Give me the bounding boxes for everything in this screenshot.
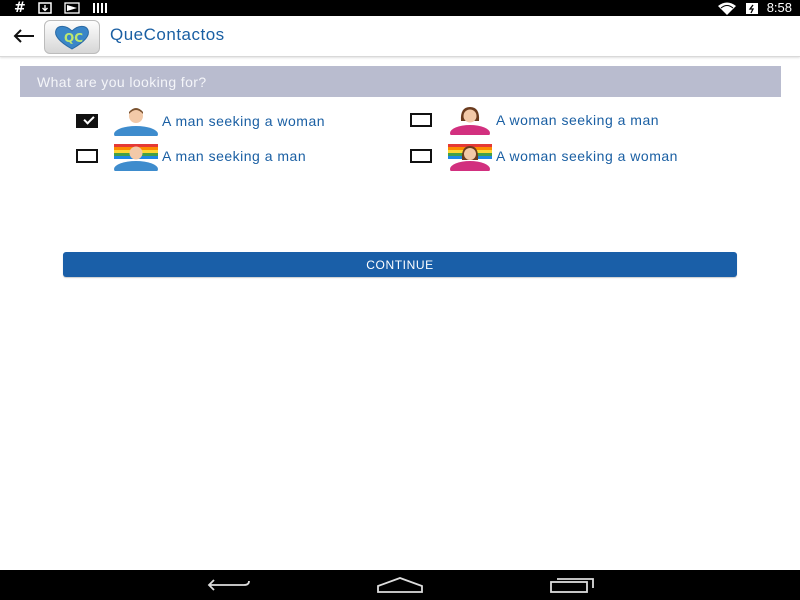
svg-text:QC: QC <box>64 31 83 45</box>
arrow-left-icon <box>13 29 34 43</box>
checkbox-man-seeking-woman[interactable] <box>76 114 98 128</box>
back-button[interactable] <box>8 22 40 50</box>
nav-home-button[interactable] <box>375 574 425 596</box>
checkbox-woman-seeking-man[interactable] <box>410 113 432 127</box>
app-bar: QC QueContactos <box>0 16 800 57</box>
option-label: A woman seeking a man <box>496 111 660 128</box>
option-woman-seeking-man[interactable]: A woman seeking a man <box>410 105 659 135</box>
status-bar: # 8:58 <box>0 0 800 16</box>
option-label: A woman seeking a woman <box>496 147 678 164</box>
question-text: What are you looking for? <box>37 73 207 90</box>
option-label: A man seeking a man <box>162 147 307 164</box>
nav-recents-icon <box>550 578 594 593</box>
status-time: 8:58 <box>766 0 792 15</box>
signal-icon <box>92 3 107 13</box>
app-logo-icon: QC <box>44 20 100 54</box>
nav-home-icon <box>377 577 423 593</box>
man-rainbow-avatar-icon <box>114 144 158 171</box>
option-woman-seeking-woman[interactable]: A woman seeking a woman <box>410 141 696 171</box>
option-man-seeking-man[interactable]: A man seeking a man <box>76 141 306 171</box>
option-man-seeking-woman[interactable]: A man seeking a woman <box>76 106 325 136</box>
option-label: A man seeking a woman <box>162 112 326 129</box>
navigation-bar <box>0 570 800 600</box>
question-banner: What are you looking for? <box>20 66 781 97</box>
send-icon <box>64 2 80 14</box>
download-icon <box>37 2 52 14</box>
continue-button[interactable]: CONTINUE <box>63 252 737 277</box>
checkbox-man-seeking-man[interactable] <box>76 149 98 163</box>
nav-back-button[interactable] <box>205 574 253 596</box>
woman-rainbow-avatar-icon <box>448 144 492 171</box>
hash-icon: # <box>14 0 26 16</box>
app-title: QueContactos <box>110 25 225 44</box>
man-avatar-icon <box>114 108 158 136</box>
checkbox-woman-seeking-woman[interactable] <box>410 149 432 163</box>
woman-avatar-icon <box>450 107 490 135</box>
nav-recents-button[interactable] <box>548 574 596 596</box>
wifi-icon <box>717 2 736 15</box>
nav-back-icon <box>207 579 250 591</box>
battery-icon <box>745 2 758 14</box>
status-right-icons: 8:58 <box>717 0 792 16</box>
status-left-icons: # <box>14 0 108 16</box>
